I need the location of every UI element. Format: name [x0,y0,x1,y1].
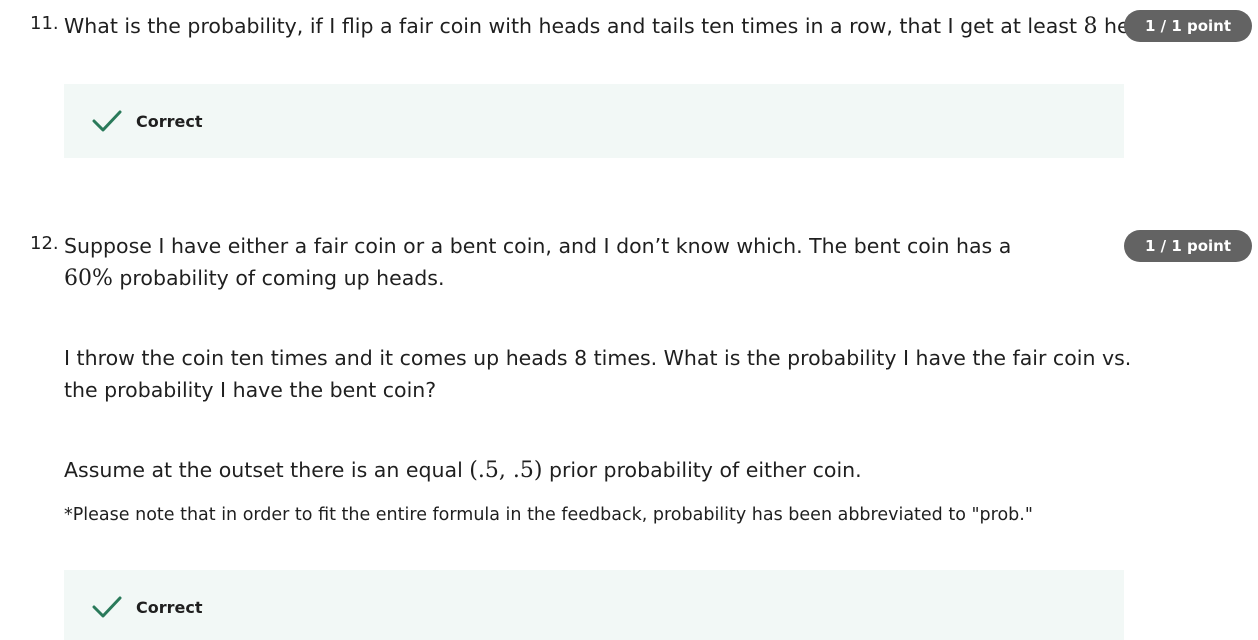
question-note: *Please note that in order to fit the en… [64,505,1033,525]
points-badge: 1 / 1 point [1124,10,1252,42]
question-number: 11. [30,13,59,34]
check-icon [92,110,122,132]
math-inline: (.5, .5) [469,458,543,483]
feedback-correct: Correct [64,84,1124,158]
check-icon [92,596,122,618]
question-text: Suppose I have either a fair coin or a b… [64,234,1012,291]
feedback-label: Correct [136,112,203,131]
question-text: What is the probability, if I flip a fai… [64,14,1177,39]
question-paragraph: Assume at the outset there is an equal (… [64,458,862,483]
feedback-label: Correct [136,598,203,617]
question-number: 12. [30,233,59,254]
question-paragraph: I throw the coin ten times and it comes … [64,346,1132,402]
points-badge: 1 / 1 point [1124,230,1252,262]
feedback-correct: Correct [64,570,1124,640]
math-inline: 60% [64,266,113,291]
math-inline: 8 [1083,14,1098,39]
